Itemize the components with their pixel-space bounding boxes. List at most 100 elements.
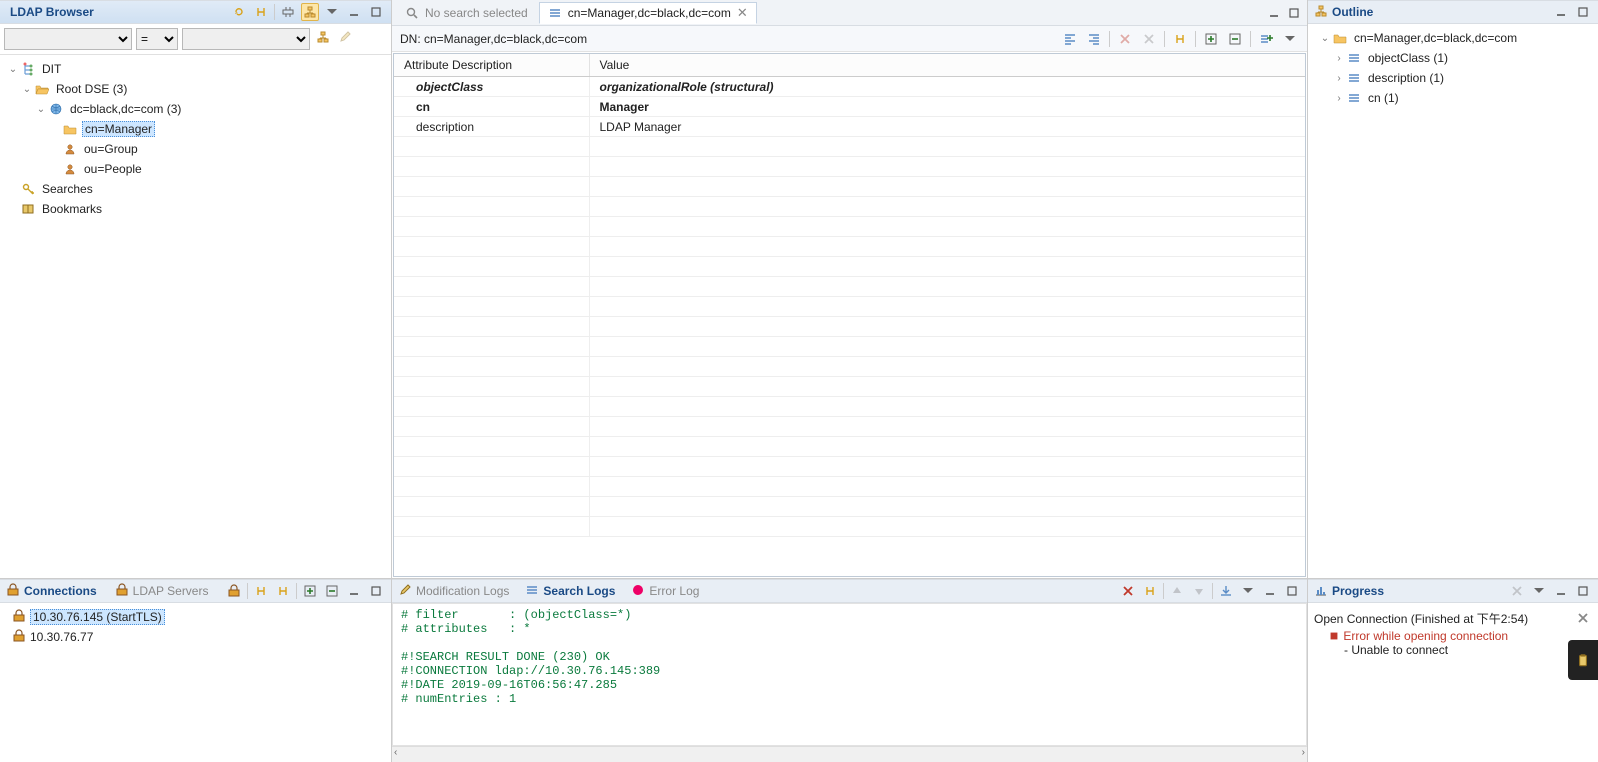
empty-row (394, 237, 1305, 257)
maximize-log-button[interactable] (1283, 582, 1301, 600)
tree-node-searches[interactable]: Searches (0, 179, 391, 199)
outline-tree[interactable]: ⌄ cn=Manager,dc=black,dc=com › objectCla… (1308, 24, 1598, 578)
folder-icon (1332, 31, 1348, 45)
remove-finished-button[interactable] (1508, 582, 1526, 600)
tree-node-root-dse[interactable]: ⌄ Root DSE (3) (0, 79, 391, 99)
ldap-tree[interactable]: ⌄ DIT ⌄ Root DSE (3) ⌄ dc=black,dc=com (… (0, 55, 391, 578)
expand-toggle[interactable]: ⌄ (34, 104, 48, 115)
log-text[interactable]: # filter : (objectClass=*) # attributes … (392, 603, 1307, 746)
ldap-browser-title: LDAP Browser (10, 5, 94, 19)
clear-log-button[interactable] (1119, 582, 1137, 600)
tab-no-search[interactable]: No search selected (396, 2, 537, 24)
tree-icon (20, 62, 36, 76)
minimize-progress-button[interactable] (1552, 582, 1570, 600)
attr-name: cn (394, 97, 589, 117)
tree-node-dc[interactable]: ⌄ dc=black,dc=com (3) (0, 99, 391, 119)
maximize-editor-button[interactable] (1285, 4, 1303, 22)
attribute-combo[interactable] (4, 28, 132, 50)
prev-log-button[interactable] (1168, 582, 1186, 600)
entry-icon (1346, 71, 1362, 85)
tree-node-ou-group[interactable]: ou=Group (0, 139, 391, 159)
show-hierarchy-button[interactable] (301, 3, 319, 21)
progress-job[interactable]: Open Connection (Finished at 下午2:54) (1314, 607, 1592, 629)
refresh-log-button[interactable] (1141, 582, 1159, 600)
align-right-button[interactable] (1085, 30, 1103, 48)
connection-icon (12, 629, 26, 646)
close-tab-button[interactable]: ✕ (737, 5, 748, 21)
tree-node-dit[interactable]: ⌄ DIT (0, 59, 391, 79)
tree-node-ou-people[interactable]: ou=People (0, 159, 391, 179)
outline-item[interactable]: › objectClass (1) (1312, 48, 1594, 68)
remove-job-button[interactable] (1574, 609, 1592, 627)
expand-all-connections-button[interactable] (301, 582, 319, 600)
expand-toggle[interactable]: ⌄ (20, 84, 34, 95)
connections-list[interactable]: 10.30.76.145 (StartTLS) 10.30.76.77 (0, 603, 391, 762)
minimize-editor-button[interactable] (1265, 4, 1283, 22)
expand-toggle[interactable]: › (1332, 93, 1346, 104)
maximize-progress-button[interactable] (1574, 582, 1592, 600)
maximize-connections-button[interactable] (367, 582, 385, 600)
empty-row (394, 277, 1305, 297)
outline-item[interactable]: › cn (1) (1312, 88, 1594, 108)
value-combo[interactable] (182, 28, 310, 50)
maximize-outline-button[interactable] (1574, 3, 1592, 21)
search-settings-button[interactable] (336, 28, 354, 46)
collapse-all-button[interactable] (279, 3, 297, 21)
clipboard-tray-icon[interactable] (1568, 640, 1598, 680)
attr-menu-button[interactable] (1281, 30, 1299, 48)
expand-toggle[interactable]: › (1332, 73, 1346, 84)
link-with-editor-button[interactable] (252, 3, 270, 21)
maximize-view-button[interactable] (367, 3, 385, 21)
log-horizontal-scrollbar[interactable]: ‹› (392, 746, 1307, 762)
tree-node-bookmarks[interactable]: Bookmarks (0, 199, 391, 219)
attribute-row[interactable]: descriptionLDAP Manager (394, 117, 1305, 137)
expand-toggle[interactable]: ⌄ (1318, 33, 1332, 44)
expand-toggle[interactable]: › (1332, 53, 1346, 64)
collapse-all-connections-button[interactable] (323, 582, 341, 600)
minimize-connections-button[interactable] (345, 582, 363, 600)
expand-all-button[interactable] (1202, 30, 1220, 48)
close-connection-button[interactable] (274, 582, 292, 600)
collapse-all-attrs-button[interactable] (1226, 30, 1244, 48)
attribute-row[interactable]: cnManager (394, 97, 1305, 117)
empty-row (394, 437, 1305, 457)
tab-entry-editor[interactable]: cn=Manager,dc=black,dc=com ✕ (539, 2, 757, 24)
tab-ldap-servers[interactable]: LDAP Servers (133, 584, 209, 598)
view-menu-button[interactable] (323, 3, 341, 21)
quick-search-bar: = (0, 24, 391, 55)
outline-item[interactable]: › description (1) (1312, 68, 1594, 88)
show-dit-button[interactable] (230, 3, 248, 21)
tab-search-logs[interactable]: Search Logs (543, 584, 615, 598)
col-value[interactable]: Value (589, 54, 1305, 77)
run-search-button[interactable] (314, 28, 332, 46)
next-log-button[interactable] (1190, 582, 1208, 600)
new-connection-button[interactable] (225, 582, 243, 600)
attribute-row[interactable]: objectClassorganizationalRole (structura… (394, 77, 1305, 97)
new-attribute-button[interactable] (1257, 30, 1275, 48)
tab-modification-logs[interactable]: Modification Logs (416, 584, 509, 598)
minimize-log-button[interactable] (1261, 582, 1279, 600)
attribute-editor[interactable]: Attribute Description Value objectClasso… (393, 53, 1306, 577)
refresh-entry-button[interactable] (1171, 30, 1189, 48)
empty-row (394, 397, 1305, 417)
minimize-view-button[interactable] (345, 3, 363, 21)
outline-root[interactable]: ⌄ cn=Manager,dc=black,dc=com (1312, 28, 1594, 48)
expand-toggle[interactable]: ⌄ (6, 64, 20, 75)
minimize-outline-button[interactable] (1552, 3, 1570, 21)
tab-connections[interactable]: Connections (24, 584, 97, 598)
col-attribute-description[interactable]: Attribute Description (394, 54, 589, 77)
operator-combo[interactable]: = (136, 28, 178, 50)
delete-attribute-button[interactable] (1116, 30, 1134, 48)
progress-menu-button[interactable] (1530, 582, 1548, 600)
connection-item[interactable]: 10.30.76.145 (StartTLS) (4, 607, 387, 627)
export-log-button[interactable] (1217, 582, 1235, 600)
log-menu-button[interactable] (1239, 582, 1257, 600)
tab-error-log[interactable]: Error Log (649, 584, 699, 598)
delete-value-button[interactable] (1140, 30, 1158, 48)
align-left-button[interactable] (1061, 30, 1079, 48)
empty-row (394, 357, 1305, 377)
entry-icon (1346, 91, 1362, 105)
tree-node-cn-manager[interactable]: cn=Manager (0, 119, 391, 139)
connection-item[interactable]: 10.30.76.77 (4, 627, 387, 647)
open-connection-button[interactable] (252, 582, 270, 600)
